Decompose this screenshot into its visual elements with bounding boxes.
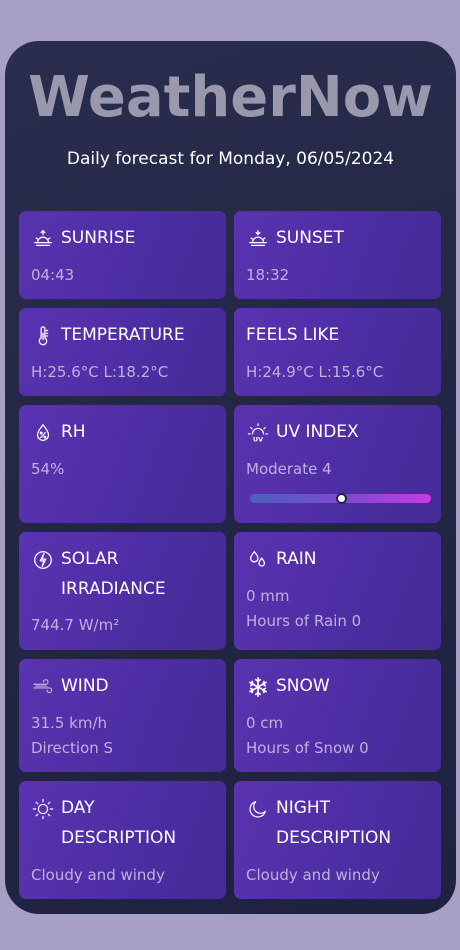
day-label-line2: DESCRIPTION bbox=[61, 828, 177, 848]
forecast-date: Daily forecast for Monday, 06/05/2024 bbox=[66, 149, 395, 169]
snow-card: SNOW 0 cm Hours of Snow 0 bbox=[234, 659, 441, 772]
snow-hours: Hours of Snow 0 bbox=[246, 739, 369, 757]
raindrops-icon bbox=[246, 547, 270, 573]
sunset-value: 18:32 bbox=[246, 266, 290, 284]
snowflake-icon bbox=[246, 674, 270, 700]
feels-like-value: H:24.9°C L:15.6°C bbox=[246, 363, 384, 381]
sunrise-card: SUNRISE 04:43 bbox=[19, 211, 226, 299]
thermometer-icon bbox=[31, 323, 55, 349]
solar-label-line2: IRRADIANCE bbox=[61, 579, 166, 599]
sunset-icon bbox=[246, 226, 270, 252]
rain-label: RAIN bbox=[276, 549, 317, 569]
rain-card: RAIN 0 mm Hours of Rain 0 bbox=[234, 532, 441, 650]
wind-card: WIND 31.5 km/h Direction S bbox=[19, 659, 226, 772]
sunset-card: SUNSET 18:32 bbox=[234, 211, 441, 299]
snow-label: SNOW bbox=[276, 676, 330, 696]
solar-irradiance-card: SOLAR IRRADIANCE 744.7 W/m² bbox=[19, 532, 226, 650]
wind-icon bbox=[31, 674, 55, 700]
uv-index-scale bbox=[250, 493, 431, 504]
temperature-value: H:25.6°C L:18.2°C bbox=[31, 363, 169, 381]
solar-irradiance-value: 744.7 W/m² bbox=[31, 616, 120, 634]
sunset-label: SUNSET bbox=[276, 228, 344, 248]
uv-index-label: UV INDEX bbox=[276, 422, 359, 442]
sunrise-label: SUNRISE bbox=[61, 228, 136, 248]
day-label-line1: DAY bbox=[61, 798, 95, 818]
wind-label: WIND bbox=[61, 676, 109, 696]
day-description-value: Cloudy and windy bbox=[31, 866, 165, 884]
sunrise-value: 04:43 bbox=[31, 266, 75, 284]
humidity-card: RH 54% bbox=[19, 405, 226, 523]
rain-hours: Hours of Rain 0 bbox=[246, 612, 362, 630]
app-title: WeatherNow bbox=[28, 65, 433, 130]
night-label-line2: DESCRIPTION bbox=[276, 828, 392, 848]
weather-app: WeatherNow Daily forecast for Monday, 06… bbox=[5, 41, 456, 914]
temperature-label: TEMPERATURE bbox=[61, 325, 185, 345]
night-description-value: Cloudy and windy bbox=[246, 866, 380, 884]
humidity-icon bbox=[31, 420, 55, 446]
night-label-line1: NIGHT bbox=[276, 798, 331, 818]
lightning-icon bbox=[31, 547, 55, 573]
sun-icon bbox=[31, 796, 55, 822]
uv-index-value: Moderate 4 bbox=[246, 460, 332, 478]
moon-icon bbox=[246, 796, 270, 822]
night-description-card: NIGHT DESCRIPTION Cloudy and windy bbox=[234, 781, 441, 899]
svg-text:UV: UV bbox=[253, 435, 263, 443]
uv-index-marker bbox=[335, 493, 347, 504]
rain-value: 0 mm bbox=[246, 587, 290, 605]
uv-index-card: UV UV INDEX Moderate 4 bbox=[234, 405, 441, 523]
sunrise-icon bbox=[31, 226, 55, 252]
solar-irradiance-label: SOLAR IRRADIANCE bbox=[61, 544, 166, 604]
day-description-card: DAY DESCRIPTION Cloudy and windy bbox=[19, 781, 226, 899]
solar-label-line1: SOLAR bbox=[61, 549, 119, 569]
feels-like-label: FEELS LIKE bbox=[246, 325, 340, 345]
humidity-value: 54% bbox=[31, 460, 65, 478]
wind-direction: Direction S bbox=[31, 739, 114, 757]
wind-speed: 31.5 km/h bbox=[31, 714, 108, 732]
day-description-label: DAY DESCRIPTION bbox=[61, 793, 176, 853]
humidity-label: RH bbox=[61, 422, 86, 442]
snow-value: 0 cm bbox=[246, 714, 284, 732]
night-description-label: NIGHT DESCRIPTION bbox=[276, 793, 391, 853]
feels-like-card: FEELS LIKE H:24.9°C L:15.6°C bbox=[234, 308, 441, 396]
uv-icon: UV bbox=[246, 420, 270, 446]
temperature-card: TEMPERATURE H:25.6°C L:18.2°C bbox=[19, 308, 226, 396]
